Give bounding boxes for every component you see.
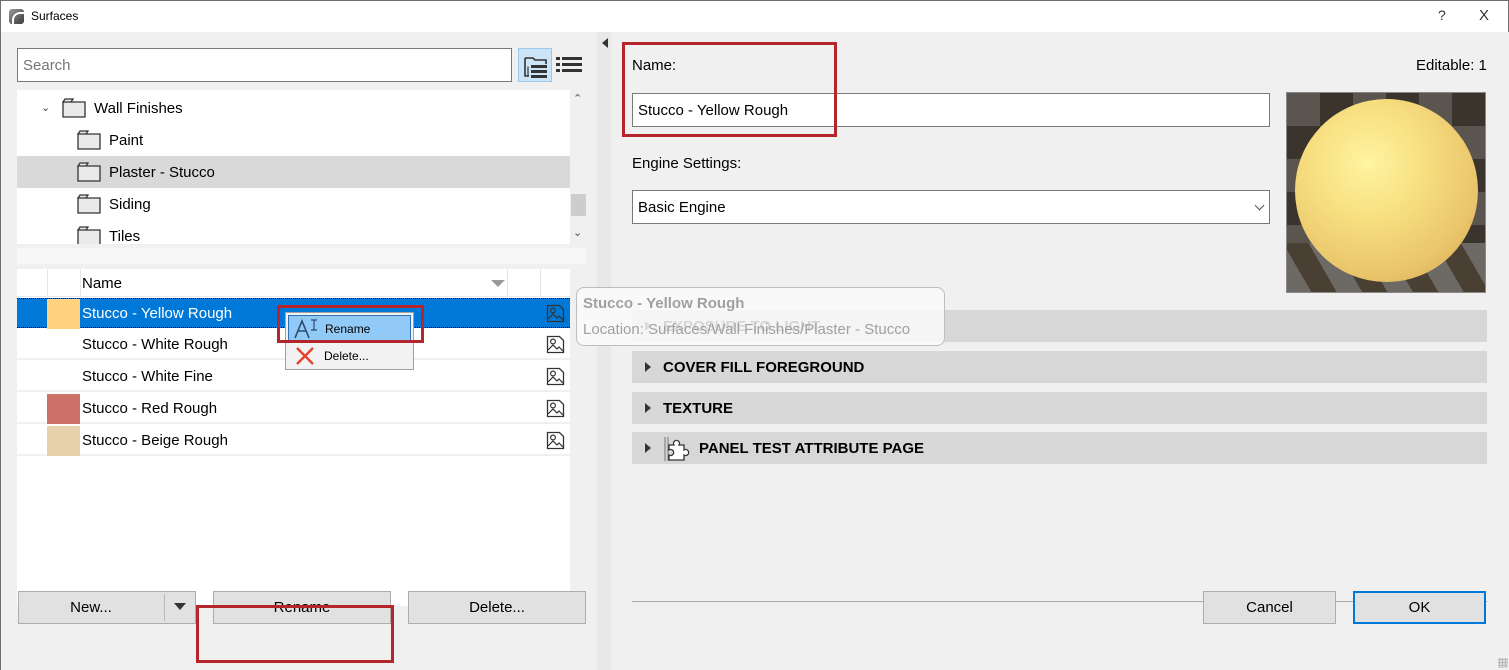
surfaces-dialog: Surfaces ? X ⌄ Wall Finishes: [0, 0, 1509, 670]
sort-dropdown-icon[interactable]: [491, 280, 505, 287]
tree-view-button[interactable]: [518, 48, 552, 82]
pane-divider[interactable]: [17, 248, 586, 264]
panel-test-attribute-page[interactable]: PANEL TEST ATTRIBUTE PAGE: [632, 432, 1487, 464]
image-preview-icon[interactable]: [546, 335, 565, 354]
chevron-down-icon: [1254, 200, 1265, 211]
tree-item-label: Tiles: [109, 228, 141, 244]
panel-texture[interactable]: TEXTURE: [632, 392, 1487, 424]
tree-scrollbar[interactable]: ⌃ ⌄: [570, 90, 587, 244]
tree-item-plaster-stucco[interactable]: Plaster - Stucco: [17, 156, 570, 188]
tree-item-wall-finishes[interactable]: ⌄ Wall Finishes: [17, 92, 570, 124]
context-menu: Rename Delete...: [285, 312, 414, 370]
column-separator: [507, 269, 508, 297]
folder-tree: ⌄ Wall Finishes Paint Plaster - Stucco S…: [17, 90, 570, 244]
list-row-name: Stucco - White Fine: [82, 368, 213, 385]
panel-title: TEXTURE: [663, 400, 734, 417]
tree-scroll-thumb[interactable]: [571, 194, 586, 216]
resize-grip[interactable]: [1498, 658, 1508, 668]
rename-icon: [294, 318, 317, 339]
split-separator: [164, 594, 165, 621]
folder-icon: [77, 130, 101, 150]
list-row[interactable]: Stucco - Red Rough: [17, 394, 570, 424]
tooltip-title: Stucco - Yellow Rough: [583, 295, 745, 312]
panel-title: PANEL TEST ATTRIBUTE PAGE: [699, 440, 925, 457]
cancel-button[interactable]: Cancel: [1203, 591, 1336, 624]
tree-item-paint[interactable]: Paint: [17, 124, 570, 156]
tooltip: Stucco - Yellow Rough Location: Surfaces…: [576, 287, 945, 346]
list-icon: [556, 57, 582, 72]
tree-item-label: Plaster - Stucco: [109, 164, 215, 181]
tree-item-tiles[interactable]: Tiles: [17, 220, 570, 244]
folder-icon: [77, 162, 101, 182]
panel-title: COVER FILL FOREGROUND: [663, 359, 865, 376]
puzzle-icon: [664, 437, 690, 461]
list-row-name: Stucco - Red Rough: [82, 400, 218, 417]
panel-cover-fill-foreground[interactable]: COVER FILL FOREGROUND: [632, 351, 1487, 383]
search-input[interactable]: [17, 48, 512, 82]
help-button[interactable]: ?: [1438, 7, 1446, 23]
pane-splitter[interactable]: [597, 32, 611, 670]
column-separator: [47, 269, 48, 297]
engine-settings-label: Engine Settings:: [632, 155, 742, 172]
list-row-name: Stucco - Beige Rough: [82, 432, 228, 449]
chevron-down-icon[interactable]: ⌄: [41, 101, 50, 114]
column-header-name[interactable]: Name: [82, 275, 122, 292]
window-title: Surfaces: [31, 9, 79, 23]
engine-settings-dropdown[interactable]: Basic Engine: [632, 190, 1270, 224]
image-preview-icon[interactable]: [546, 304, 565, 323]
scroll-down-icon[interactable]: ⌄: [573, 226, 582, 239]
color-swatch: [47, 330, 80, 360]
expand-triangle-icon: [645, 362, 651, 372]
tooltip-location: Location: Surfaces/Wall Finishes/Plaster…: [583, 321, 911, 338]
app-icon: [9, 9, 24, 24]
context-menu-label: Delete...: [324, 349, 369, 363]
color-swatch: [47, 362, 80, 392]
folder-icon: [62, 98, 86, 118]
rename-button[interactable]: Rename: [213, 591, 391, 624]
folder-tree-icon: [524, 57, 547, 78]
tree-item-siding[interactable]: Siding: [17, 188, 570, 220]
preview-sphere: [1295, 99, 1478, 282]
close-button[interactable]: X: [1479, 7, 1489, 24]
image-preview-icon[interactable]: [546, 367, 565, 386]
context-menu-delete[interactable]: Delete...: [288, 343, 411, 369]
folder-icon: [77, 194, 101, 214]
engine-settings-value: Basic Engine: [638, 199, 726, 216]
collapse-left-arrow-icon[interactable]: [602, 38, 608, 48]
tree-item-label: Paint: [109, 132, 144, 149]
new-button-label: New...: [70, 599, 112, 616]
scroll-up-icon[interactable]: ⌃: [573, 92, 582, 105]
folder-icon: [77, 226, 101, 244]
color-swatch: [47, 299, 80, 329]
list-row[interactable]: Stucco - Beige Rough: [17, 426, 570, 456]
column-separator: [80, 269, 81, 297]
image-preview-icon[interactable]: [546, 399, 565, 418]
delete-x-icon: [296, 347, 314, 365]
context-menu-rename[interactable]: Rename: [288, 315, 411, 341]
tree-item-label: Wall Finishes: [94, 100, 183, 117]
image-preview-icon[interactable]: [546, 431, 565, 450]
new-dropdown-arrow-icon[interactable]: [174, 603, 186, 610]
list-row-name: Stucco - White Rough: [82, 336, 228, 353]
list-view-button[interactable]: [554, 48, 588, 82]
name-field[interactable]: [632, 93, 1270, 127]
list-row-name: Stucco - Yellow Rough: [82, 305, 233, 322]
column-separator: [540, 269, 541, 297]
color-swatch: [47, 394, 80, 424]
editable-count: Editable: 1: [1416, 57, 1487, 74]
name-label: Name:: [632, 57, 677, 74]
delete-button[interactable]: Delete...: [408, 591, 586, 624]
expand-triangle-icon: [645, 403, 651, 413]
tree-item-label: Siding: [109, 196, 151, 213]
title-bar: Surfaces ? X: [1, 1, 1508, 32]
color-swatch: [47, 426, 80, 456]
expand-triangle-icon: [645, 443, 651, 453]
ok-button[interactable]: OK: [1353, 591, 1486, 624]
new-button[interactable]: New...: [18, 591, 196, 624]
material-preview: [1286, 92, 1486, 293]
context-menu-label: Rename: [325, 322, 371, 336]
list-header: Name: [17, 269, 570, 297]
